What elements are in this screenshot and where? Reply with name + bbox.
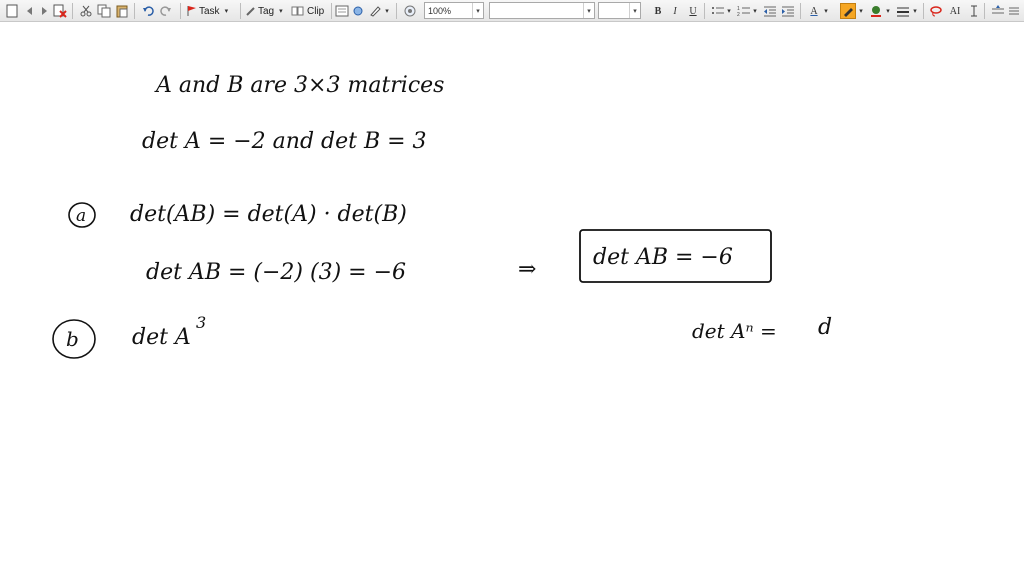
clip-button[interactable]: Clip	[307, 3, 329, 19]
note-line-1: A and B are 3×3 matrices	[154, 73, 444, 98]
font-size-select[interactable]: ▾	[598, 2, 641, 19]
part-b-line-1: det A	[132, 325, 191, 350]
text-color-button[interactable]: A	[806, 3, 822, 19]
task-flag-icon[interactable]	[186, 3, 198, 19]
toolbar: Task ▾ Tag ▾ Clip ▾ 100% ▾ ▾ ▾ B I U ▾ 1…	[0, 0, 1024, 22]
pen-icon[interactable]	[368, 3, 384, 19]
svg-text:2: 2	[737, 12, 740, 17]
lasso-icon[interactable]	[928, 3, 944, 19]
new-page-icon[interactable]	[4, 3, 20, 19]
insert-space-icon[interactable]	[990, 3, 1006, 19]
bullet-dropdown-icon[interactable]: ▾	[726, 3, 732, 19]
next-page-icon[interactable]	[36, 3, 52, 19]
ai-button[interactable]: AI	[946, 3, 964, 19]
screen-clip-icon[interactable]	[351, 3, 367, 19]
page-view-icon[interactable]	[334, 3, 350, 19]
highlighter-icon[interactable]	[840, 3, 856, 19]
tag-button[interactable]: Tag ▾	[258, 3, 290, 19]
tag-label: Tag	[258, 5, 275, 17]
numbered-list-icon[interactable]: 12	[736, 3, 752, 19]
cut-icon[interactable]	[78, 3, 94, 19]
zoom-dropdown-icon: ▾	[472, 3, 483, 18]
size-dropdown-icon: ▾	[629, 3, 640, 18]
zoom-icon[interactable]	[402, 3, 418, 19]
line-style-icon[interactable]	[895, 3, 911, 19]
boxed-answer: det AB = −6	[593, 245, 733, 270]
color-fill-dropdown-icon[interactable]: ▾	[885, 3, 891, 19]
part-a-line-1: det(AB) = det(A) · det(B)	[130, 202, 407, 227]
tag-icon[interactable]	[245, 3, 257, 19]
underline-button[interactable]: U	[685, 3, 701, 19]
implies-arrow: ⇒	[518, 257, 536, 282]
text-cursor-icon[interactable]	[966, 3, 982, 19]
copy-icon[interactable]	[96, 3, 112, 19]
bullet-list-icon[interactable]	[710, 3, 726, 19]
line-style-dropdown-icon[interactable]: ▾	[912, 3, 918, 19]
undo-icon[interactable]	[140, 3, 156, 19]
highlighter-dropdown-icon[interactable]: ▾	[858, 3, 864, 19]
task-button[interactable]: Task ▾	[199, 3, 235, 19]
redo-icon[interactable]	[158, 3, 174, 19]
pen-dropdown-icon[interactable]: ▾	[383, 3, 391, 19]
note-canvas[interactable]: A and B are 3×3 matrices det A = −2 and …	[0, 22, 1024, 576]
task-label: Task	[199, 5, 220, 17]
more-icon[interactable]	[1006, 3, 1022, 19]
clip-icon[interactable]	[291, 3, 305, 19]
zoom-select[interactable]: 100% ▾	[424, 2, 484, 19]
text-color-dropdown-icon[interactable]: ▾	[823, 3, 829, 19]
clip-label: Clip	[307, 5, 325, 17]
task-dropdown-icon: ▾	[224, 8, 229, 15]
part-a-marker: a	[76, 206, 86, 226]
side-note: det Aⁿ =	[692, 319, 777, 343]
paste-icon[interactable]	[114, 3, 130, 19]
bold-button[interactable]: B	[650, 3, 666, 19]
font-family-select[interactable]: ▾	[489, 2, 595, 19]
decrease-indent-icon[interactable]	[762, 3, 778, 19]
italic-button[interactable]: I	[667, 3, 683, 19]
font-dropdown-icon: ▾	[583, 3, 594, 18]
note-line-2: det A = −2 and det B = 3	[142, 129, 427, 154]
part-a-line-2: det AB = (−2) (3) = −6	[146, 260, 406, 285]
numbered-dropdown-icon[interactable]: ▾	[752, 3, 758, 19]
side-note-tail: d	[818, 315, 832, 340]
color-fill-icon[interactable]	[868, 3, 884, 19]
handwritten-note: A and B are 3×3 matrices det A = −2 and …	[52, 73, 832, 359]
tag-dropdown-icon: ▾	[279, 8, 283, 15]
part-b-marker: b	[66, 327, 79, 351]
delete-page-icon[interactable]	[52, 3, 68, 19]
zoom-value: 100%	[428, 5, 452, 16]
part-b-exponent: 3	[196, 313, 206, 332]
increase-indent-icon[interactable]	[780, 3, 796, 19]
